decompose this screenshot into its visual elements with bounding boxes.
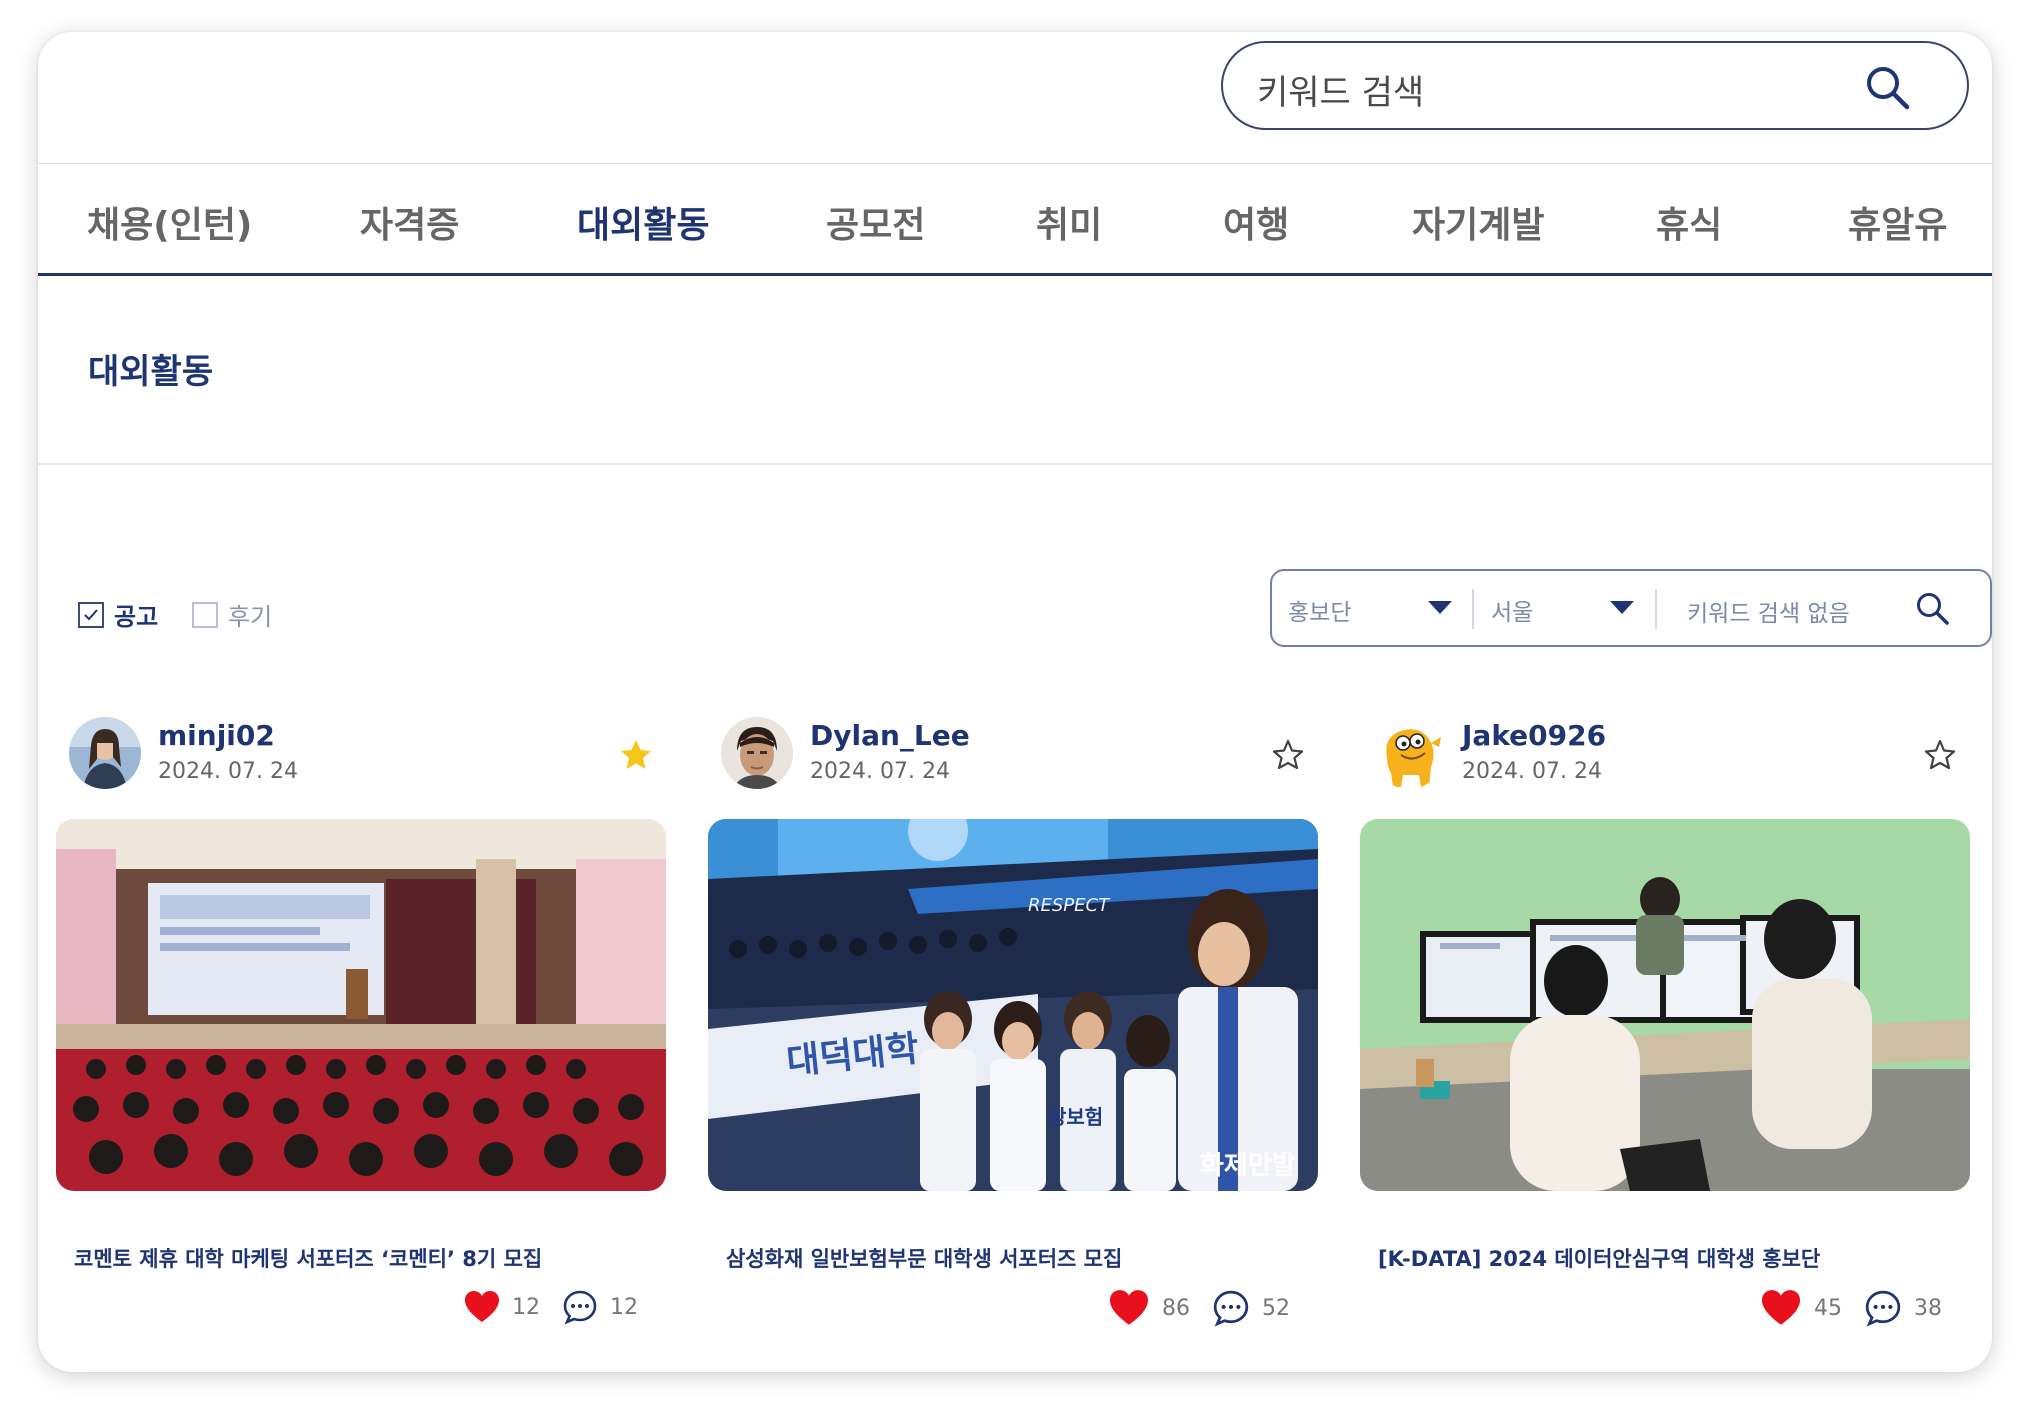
tab-self-development[interactable]: 자기계발 bbox=[1412, 196, 1544, 248]
post-title[interactable]: 삼성화재 일반보험부문 대학생 서포터즈 모집 bbox=[726, 1243, 1122, 1273]
username[interactable]: Dylan_Lee bbox=[810, 719, 970, 752]
post-card[interactable]: Dylan_Lee 2024. 07. 24 RESPECT 대덕대학 강보험 … bbox=[708, 717, 1318, 1337]
search-icon[interactable] bbox=[1914, 590, 1950, 626]
page-title: 대외활동 bbox=[88, 352, 214, 392]
like-count: 45 bbox=[1814, 1295, 1842, 1321]
heart-icon[interactable] bbox=[464, 1290, 500, 1324]
post-date: 2024. 07. 24 bbox=[1462, 759, 1602, 784]
photo-watermark-text: 화제만발 bbox=[1200, 1151, 1296, 1181]
checkbox-review[interactable]: 후기 bbox=[192, 597, 272, 632]
region-select[interactable]: 서울 bbox=[1491, 593, 1533, 627]
tab-hobby[interactable]: 취미 bbox=[1036, 196, 1102, 248]
post-thumbnail[interactable]: RESPECT 대덕대학 강보험 화제만발 bbox=[708, 819, 1318, 1191]
heart-icon[interactable] bbox=[1108, 1289, 1150, 1327]
avatar[interactable] bbox=[721, 717, 793, 789]
filter-bar: 홍보단 서울 키워드 검색 없음 bbox=[1270, 569, 1992, 647]
photo-respect-text: RESPECT bbox=[1028, 895, 1111, 916]
tab-hueyu[interactable]: 휴알유 bbox=[1848, 196, 1947, 248]
comment-count: 12 bbox=[610, 1294, 638, 1320]
post-thumbnail[interactable] bbox=[1360, 819, 1970, 1191]
heart-icon[interactable] bbox=[1760, 1289, 1802, 1327]
post-stats: 45 38 bbox=[1760, 1289, 1952, 1327]
caret-down-icon[interactable] bbox=[1610, 601, 1634, 614]
app-window: 키워드 검색 채용(인턴) 자격증 대외활동 공모전 취미 여행 자기계발 휴식… bbox=[38, 32, 1992, 1372]
category-select[interactable]: 홍보단 bbox=[1288, 593, 1351, 627]
checkbox-notice[interactable]: 공고 bbox=[78, 597, 158, 632]
comment-icon[interactable] bbox=[1212, 1289, 1250, 1327]
comment-icon[interactable] bbox=[1864, 1289, 1902, 1327]
post-date: 2024. 07. 24 bbox=[810, 759, 950, 784]
comment-icon[interactable] bbox=[562, 1289, 598, 1325]
check-icon bbox=[84, 608, 98, 620]
post-card[interactable]: Jake0926 2024. 07. 24 [K-DATA] 2024 데이터안… bbox=[1360, 717, 1970, 1337]
tab-rest[interactable]: 휴식 bbox=[1656, 196, 1722, 248]
filter-separator bbox=[1472, 589, 1474, 629]
tab-travel[interactable]: 여행 bbox=[1223, 196, 1289, 248]
avatar[interactable] bbox=[1373, 717, 1445, 789]
tab-contest[interactable]: 공모전 bbox=[826, 196, 925, 248]
post-date: 2024. 07. 24 bbox=[158, 759, 298, 784]
divider bbox=[38, 463, 1992, 465]
checkbox-box-checked[interactable] bbox=[78, 601, 104, 628]
post-title[interactable]: [K-DATA] 2024 데이터안심구역 대학생 홍보단 bbox=[1378, 1243, 1820, 1273]
like-count: 12 bbox=[512, 1294, 540, 1320]
caret-down-icon[interactable] bbox=[1428, 601, 1452, 614]
star-icon[interactable] bbox=[618, 737, 654, 773]
checkbox-review-label: 후기 bbox=[228, 603, 273, 631]
tab-certificate[interactable]: 자격증 bbox=[360, 196, 459, 248]
username[interactable]: minji02 bbox=[158, 719, 275, 752]
checkbox-notice-label: 공고 bbox=[114, 603, 159, 631]
tab-activities[interactable]: 대외활동 bbox=[577, 196, 709, 248]
comment-count: 52 bbox=[1262, 1295, 1290, 1321]
like-count: 86 bbox=[1162, 1295, 1190, 1321]
comment-count: 38 bbox=[1914, 1295, 1942, 1321]
star-icon[interactable] bbox=[1270, 737, 1306, 773]
filter-separator bbox=[1655, 589, 1657, 629]
checkbox-box-unchecked[interactable] bbox=[192, 601, 218, 628]
post-stats: 86 52 bbox=[1108, 1289, 1300, 1327]
keyword-filter-input[interactable]: 키워드 검색 없음 bbox=[1687, 594, 1850, 628]
username[interactable]: Jake0926 bbox=[1462, 719, 1606, 752]
search-icon[interactable] bbox=[1863, 63, 1911, 111]
category-tabs: 채용(인턴) 자격증 대외활동 공모전 취미 여행 자기계발 휴식 휴알유 bbox=[38, 164, 1992, 276]
post-card[interactable]: minji02 2024. 07. 24 코멘토 제휴 대학 마케팅 서포터즈 … bbox=[56, 717, 666, 1337]
search-input[interactable]: 키워드 검색 bbox=[1221, 41, 1969, 130]
search-placeholder: 키워드 검색 bbox=[1257, 73, 1425, 113]
photo-jersey-text: 강보험 bbox=[1048, 1105, 1103, 1129]
post-thumbnail[interactable] bbox=[56, 819, 666, 1191]
post-title[interactable]: 코멘토 제휴 대학 마케팅 서포터즈 ‘코멘티’ 8기 모집 bbox=[74, 1243, 542, 1273]
tab-recruit[interactable]: 채용(인턴) bbox=[87, 196, 252, 248]
header: 키워드 검색 bbox=[38, 32, 1992, 164]
avatar[interactable] bbox=[69, 717, 141, 789]
star-icon[interactable] bbox=[1922, 737, 1958, 773]
post-stats: 12 12 bbox=[464, 1289, 648, 1325]
